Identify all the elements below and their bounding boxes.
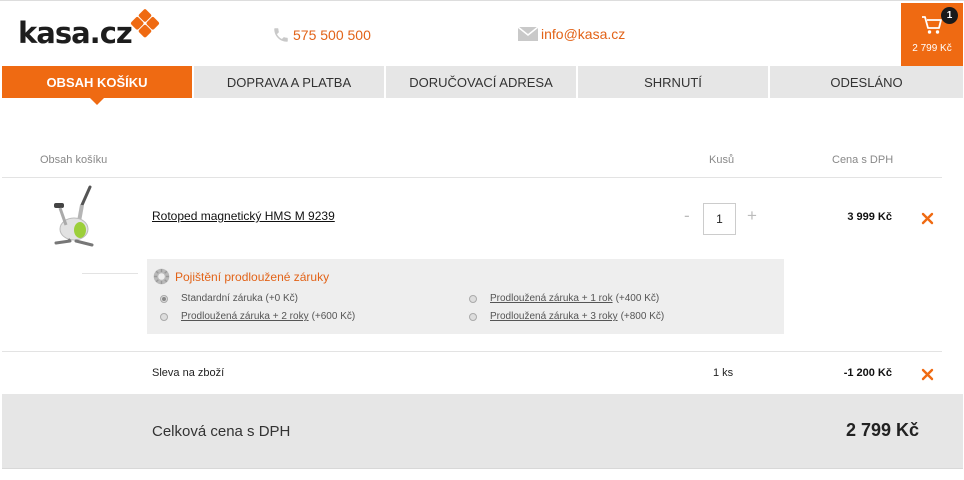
warranty-option-1-year[interactable]: Prodloužená záruka + 1 rok (+400 Kč): [469, 293, 659, 304]
kasa-logo[interactable]: kasa.cz: [18, 8, 160, 55]
email-address: info@kasa.cz: [541, 26, 626, 42]
email-contact[interactable]: info@kasa.cz: [518, 26, 625, 42]
cart-count-badge: 1: [941, 7, 958, 24]
cart-total: 2 799 Kč: [912, 43, 952, 54]
cart-button[interactable]: 1 2 799 Kč: [901, 3, 963, 67]
divider: [2, 177, 942, 178]
qty-increase-button[interactable]: +: [747, 206, 757, 226]
column-header-qty: Kusů: [709, 154, 735, 166]
radio-3-years[interactable]: [469, 312, 477, 321]
checkout-steps: OBSAH KOŠÍKU DOPRAVA A PLATBA DORUČOVACÍ…: [2, 66, 963, 105]
logo-mark-icon: [129, 8, 160, 39]
product-name-link[interactable]: Rotoped magnetický HMS M 9239: [152, 209, 335, 223]
warranty-option-3-years[interactable]: Prodloužená záruka + 3 roky (+800 Kč): [469, 311, 664, 322]
divider: [82, 273, 138, 274]
logo-text: kasa.cz: [18, 16, 133, 50]
discount-price: -1 200 Kč: [843, 367, 892, 379]
remove-discount-icon[interactable]: [921, 368, 934, 381]
discount-label: Sleva na zboží: [152, 367, 225, 379]
phone-number: 575 500 500: [293, 27, 371, 43]
phone-icon: [274, 28, 288, 42]
step-sent[interactable]: ODESLÁNO: [770, 66, 963, 98]
total-label: Celková cena s DPH: [152, 423, 291, 440]
qty-decrease-button[interactable]: -: [684, 206, 690, 226]
shopping-cart-icon: [922, 16, 942, 34]
exercise-bike-image[interactable]: [46, 183, 104, 251]
column-header-price: Cena s DPH: [832, 154, 894, 166]
discount-qty: 1 ks: [713, 367, 734, 379]
radio-2-years[interactable]: [160, 312, 168, 321]
mail-icon: [518, 27, 538, 41]
step-shipping-payment[interactable]: DOPRAVA A PLATBA: [194, 66, 386, 98]
step-summary[interactable]: SHRNUTÍ: [578, 66, 770, 98]
warranty-title: Pojištění prodloužené záruky: [153, 268, 329, 285]
total-bar: Celková cena s DPH 2 799 Kč: [2, 394, 963, 469]
total-value: 2 799 Kč: [845, 420, 919, 440]
step-delivery-address[interactable]: DORUČOVACÍ ADRESA: [386, 66, 578, 98]
product-price: 3 999 Kč: [847, 211, 892, 223]
warranty-box: Pojištění prodloužené záruky Standardní …: [147, 259, 784, 334]
warranty-option-standard[interactable]: Standardní záruka (+0 Kč): [160, 293, 298, 304]
step-cart-content[interactable]: OBSAH KOŠÍKU: [2, 66, 194, 105]
radio-1-year[interactable]: [469, 294, 477, 303]
divider: [2, 351, 942, 352]
gear-badge-icon: [153, 268, 170, 285]
site-header: kasa.cz 575 500 500 info@kasa.cz 1 2 799…: [0, 0, 964, 67]
phone-contact[interactable]: 575 500 500: [272, 26, 371, 44]
warranty-option-2-years[interactable]: Prodloužená záruka + 2 roky (+600 Kč): [160, 311, 355, 322]
column-header-content: Obsah košíku: [40, 154, 108, 166]
radio-standard[interactable]: [160, 294, 168, 303]
quantity-input[interactable]: [703, 203, 736, 235]
remove-item-icon[interactable]: [921, 212, 934, 225]
